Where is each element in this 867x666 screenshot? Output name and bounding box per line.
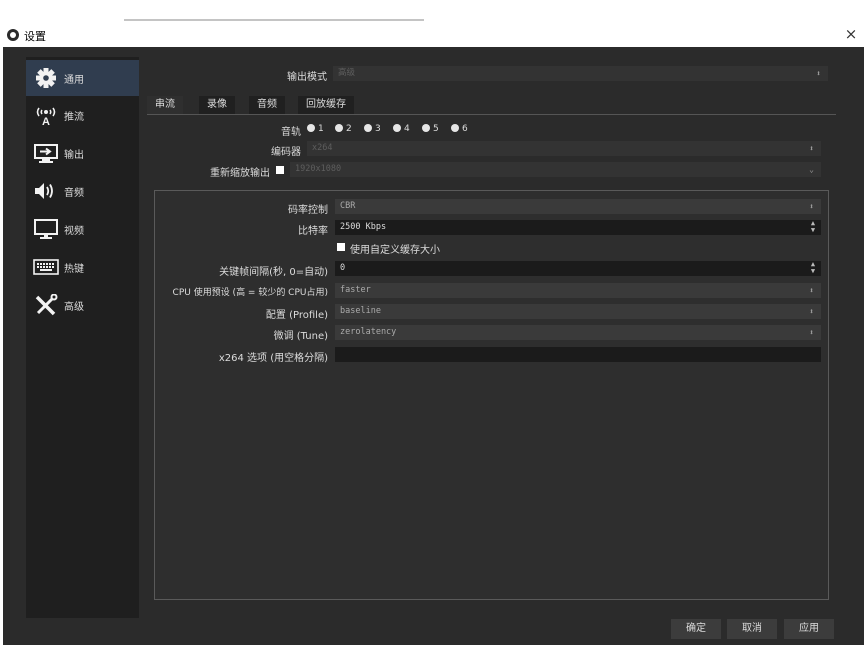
track-radio-6[interactable]: 6	[451, 124, 468, 134]
keyframe-interval-label: 关键帧间隔(秒, 0=自动)	[219, 267, 328, 278]
sidebar-item-label: 视频	[64, 226, 84, 237]
apply-button[interactable]: 应用	[784, 619, 834, 639]
rescale-checkbox[interactable]	[276, 166, 284, 174]
custom-buffer-label: 使用自定义缓存大小	[350, 245, 440, 256]
cpu-preset-select[interactable]: faster ⬍	[335, 283, 821, 298]
track-label: 音轨	[281, 127, 301, 138]
window-title: 设置	[24, 30, 46, 43]
track-radio-4[interactable]: 4	[393, 124, 410, 134]
track-radio-5[interactable]: 5	[422, 124, 439, 134]
updown-arrow-icon: ⬍	[809, 328, 814, 337]
tab-replay-buffer[interactable]: 回放缓存	[298, 96, 354, 115]
sidebar-item-label: 热键	[64, 264, 84, 275]
rescale-resolution-select[interactable]: 1920x1080 ⌄	[290, 162, 821, 177]
rate-control-select[interactable]: CBR ⬍	[335, 199, 821, 214]
encoder-settings-group	[154, 190, 829, 600]
radio-dot-icon	[307, 124, 315, 132]
sidebar-item-label: 通用	[64, 75, 84, 86]
tools-icon	[35, 294, 58, 316]
tab-stream[interactable]: 串流	[147, 96, 183, 115]
updown-arrow-icon: ⬍	[809, 286, 814, 295]
keyboard-icon	[33, 259, 59, 275]
tune-label: 微调 (Tune)	[273, 331, 328, 342]
obs-logo-icon	[7, 29, 19, 41]
title-bar: 设置 ×	[0, 0, 867, 47]
x264-options-label: x264 选项 (用空格分隔)	[218, 353, 328, 364]
sidebar-item-label: 输出	[64, 150, 84, 161]
sidebar-item-output[interactable]: 输出	[26, 135, 139, 171]
cpu-preset-label: CPU 使用预设 (高 = 较少的 CPU占用)	[172, 288, 328, 298]
radio-dot-icon	[393, 124, 401, 132]
updown-arrow-icon: ⬍	[816, 69, 821, 78]
output-mode-select[interactable]: 高级 ⬍	[333, 66, 828, 81]
close-icon[interactable]: ×	[841, 24, 861, 44]
tab-audio[interactable]: 音频	[249, 96, 285, 115]
sidebar-item-video[interactable]: 视频	[26, 211, 139, 247]
broadcast-icon: A	[36, 107, 56, 126]
updown-arrow-icon: ⬍	[809, 144, 814, 153]
bitrate-spinbox[interactable]: 2500 Kbps ▲ ▼	[335, 220, 821, 235]
rescale-label: 重新缩放输出	[210, 168, 270, 179]
profile-label: 配置 (Profile)	[265, 310, 328, 321]
updown-arrow-icon: ⬍	[809, 202, 814, 211]
radio-dot-icon	[364, 124, 372, 132]
updown-arrow-icon: ⬍	[809, 307, 814, 316]
cancel-button[interactable]: 取消	[727, 619, 777, 639]
track-radio-1[interactable]: 1	[307, 124, 324, 134]
output-icon	[34, 144, 58, 163]
settings-sidebar: 通用 A 推流 输出 音频 视频 热键 高级	[26, 57, 139, 618]
speaker-icon	[35, 183, 53, 199]
keyframe-interval-spinbox[interactable]: 0 ▲ ▼	[335, 261, 821, 276]
svg-text:A: A	[42, 116, 50, 126]
monitor-icon	[34, 219, 58, 239]
sidebar-item-stream[interactable]: A 推流	[26, 97, 139, 133]
radio-dot-icon	[422, 124, 430, 132]
spin-arrows-icon[interactable]: ▲ ▼	[808, 261, 818, 276]
sidebar-item-advanced[interactable]: 高级	[26, 287, 139, 323]
sidebar-item-label: 音频	[64, 188, 84, 199]
ok-button[interactable]: 确定	[671, 619, 721, 639]
output-mode-label: 输出模式	[287, 72, 327, 83]
sidebar-item-audio[interactable]: 音频	[26, 173, 139, 209]
tab-divider	[147, 114, 836, 115]
background-strip	[124, 19, 424, 21]
chevron-down-icon: ⌄	[809, 165, 814, 174]
sidebar-item-general[interactable]: 通用	[26, 60, 139, 96]
window-bottom-margin	[0, 645, 867, 666]
radio-dot-icon	[335, 124, 343, 132]
tune-select[interactable]: zerolatency ⬍	[335, 325, 821, 340]
gear-icon	[36, 68, 56, 88]
rate-control-label: 码率控制	[288, 205, 328, 216]
sidebar-item-label: 推流	[64, 112, 84, 123]
bitrate-label: 比特率	[298, 226, 328, 237]
track-radio-3[interactable]: 3	[364, 124, 381, 134]
profile-select[interactable]: baseline ⬍	[335, 304, 821, 319]
x264-options-input[interactable]	[335, 347, 821, 362]
track-radio-2[interactable]: 2	[335, 124, 352, 134]
custom-buffer-checkbox[interactable]	[337, 243, 345, 251]
encoder-label: 编码器	[271, 147, 301, 158]
tab-recording[interactable]: 录像	[199, 96, 235, 115]
encoder-select[interactable]: x264 ⬍	[307, 141, 821, 156]
sidebar-item-label: 高级	[64, 302, 84, 313]
radio-dot-icon	[451, 124, 459, 132]
spin-arrows-icon[interactable]: ▲ ▼	[808, 220, 818, 235]
sidebar-item-hotkeys[interactable]: 热键	[26, 249, 139, 285]
